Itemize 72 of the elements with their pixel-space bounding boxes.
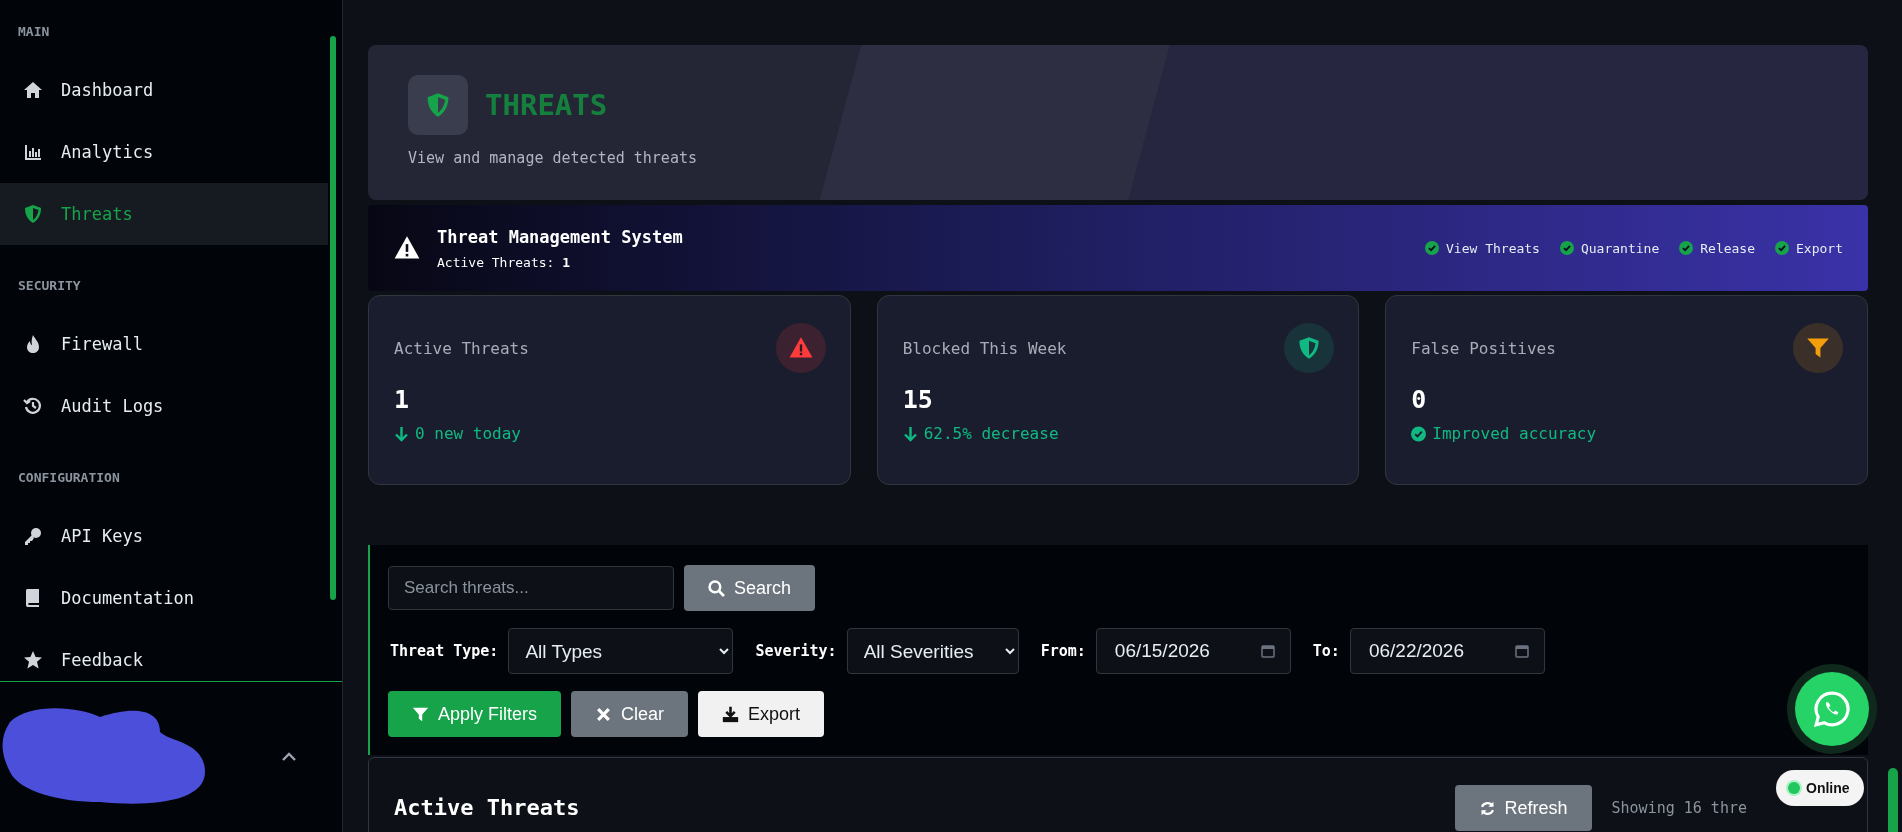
- key-icon: [23, 526, 43, 546]
- permission-label: View Threats: [1446, 240, 1540, 256]
- chat-bubble-icon: [1813, 690, 1851, 728]
- sidebar-item[interactable]: Analytics: [0, 121, 328, 183]
- active-threats-label: Active Threats:: [437, 254, 555, 270]
- calendar-icon: [1514, 644, 1529, 658]
- export-button[interactable]: Export: [698, 691, 825, 737]
- scrollbar-thumb[interactable]: [1888, 768, 1898, 832]
- sidebar-item[interactable]: Firewall: [0, 313, 328, 375]
- stat-value: 15: [902, 385, 934, 414]
- section-heading: CONFIGURATION: [17, 469, 121, 487]
- check-circle-icon: [1425, 241, 1440, 255]
- download-icon: [722, 705, 740, 723]
- sidebar-item[interactable]: Dashboard: [0, 59, 328, 121]
- banner-title: Threat Management System: [437, 226, 684, 247]
- shield-icon: [425, 92, 451, 118]
- page-subtitle: View and manage detected threats: [408, 149, 698, 167]
- clear-button[interactable]: Clear: [571, 691, 689, 737]
- filter-label: From:: [1040, 642, 1086, 660]
- section-heading: MAIN: [17, 23, 51, 41]
- stat-trend: Improved accuracy: [1432, 424, 1597, 443]
- status-dot-icon: [1788, 782, 1800, 794]
- active-threats-count: 1: [562, 254, 571, 270]
- home-icon: [23, 80, 43, 100]
- scrollbar-thumb[interactable]: [330, 36, 336, 600]
- results-count: Showing 16 thre: [1611, 799, 1747, 817]
- arrow-down-icon: [394, 425, 409, 442]
- stat-label: Active Threats: [394, 338, 529, 358]
- search-button[interactable]: Search: [684, 565, 816, 611]
- filter-label: Threat Type:: [390, 642, 499, 660]
- filter-dropdown[interactable]: All Severities: [846, 628, 1019, 674]
- close-icon: [595, 705, 613, 723]
- sidebar-item[interactable]: API Keys: [0, 505, 328, 567]
- history-icon: [23, 396, 43, 416]
- permission-label: Export: [1796, 240, 1843, 256]
- stat-value: 0: [1411, 385, 1428, 414]
- filter-dropdown[interactable]: All Types: [508, 628, 734, 674]
- page-title: THREATS: [485, 88, 608, 122]
- permission-label: Release: [1700, 240, 1756, 256]
- refresh-button[interactable]: Refresh: [1454, 785, 1592, 831]
- filter-label: To:: [1312, 642, 1340, 660]
- filter-label: Severity:: [755, 642, 837, 660]
- permission-label: Quarantine: [1580, 240, 1660, 256]
- check-circle-icon: [1559, 241, 1574, 255]
- search-icon: [708, 579, 725, 597]
- stat-value: 1: [394, 385, 411, 414]
- panel-title: Active Threats: [394, 795, 580, 820]
- search-field[interactable]: Search threats...: [388, 566, 674, 610]
- warning-icon: [393, 235, 421, 261]
- stat-label: False Positives: [1411, 338, 1556, 358]
- sidebar-item[interactable]: Documentation: [0, 567, 328, 629]
- filter-icon: [412, 705, 429, 723]
- date-field[interactable]: 06/15/2026: [1095, 628, 1291, 674]
- stat-trend: 62.5% decrease: [923, 424, 1059, 443]
- check-circle-icon: [1411, 425, 1427, 442]
- chevron-up-icon[interactable]: [281, 752, 297, 762]
- check-circle-icon: [1775, 241, 1790, 255]
- status-label: Online: [1806, 780, 1850, 796]
- check-circle-icon: [1679, 241, 1694, 255]
- sidebar-item[interactable]: Feedback: [0, 629, 328, 681]
- calendar-icon: [1260, 644, 1275, 658]
- section-heading: SECURITY: [17, 277, 82, 295]
- stat-label: Blocked This Week: [902, 338, 1067, 358]
- date-field[interactable]: 06/22/2026: [1349, 628, 1545, 674]
- chart-icon: [23, 142, 43, 162]
- refresh-icon: [1478, 799, 1496, 817]
- arrow-down-icon: [902, 425, 918, 442]
- sidebar-item[interactable]: Audit Logs: [0, 375, 328, 437]
- sidebar-item[interactable]: Threats: [0, 183, 328, 245]
- shield-icon: [23, 204, 43, 224]
- star-icon: [23, 650, 43, 670]
- stat-trend: 0 new today: [415, 424, 521, 443]
